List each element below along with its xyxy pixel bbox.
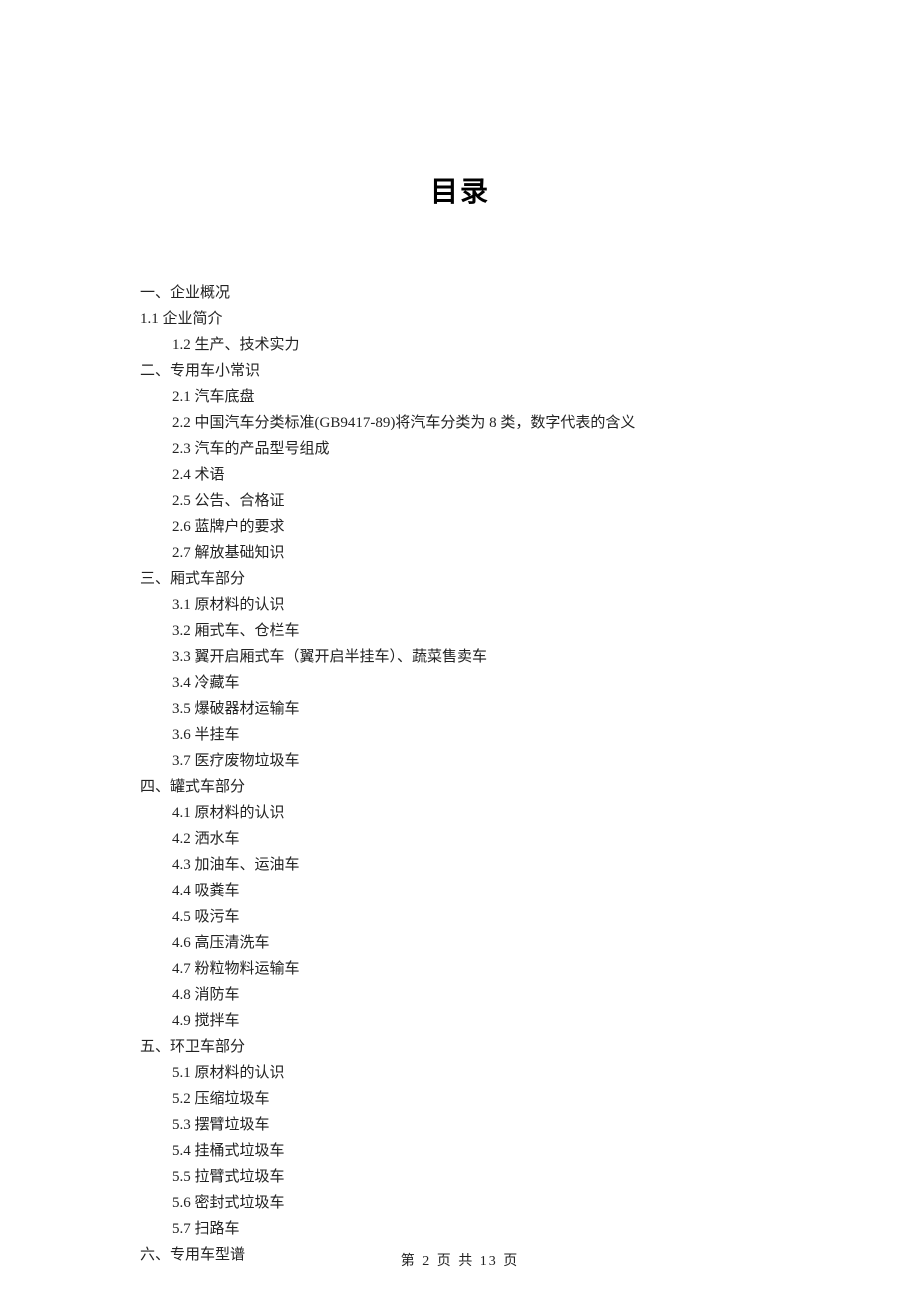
toc-entry: 2.1 汽车底盘 bbox=[172, 384, 780, 410]
toc-entry: 三、厢式车部分 bbox=[140, 566, 780, 592]
toc-entry: 4.3 加油车、运油车 bbox=[172, 852, 780, 878]
toc-entry: 五、环卫车部分 bbox=[140, 1034, 780, 1060]
toc-entry: 4.7 粉粒物料运输车 bbox=[172, 956, 780, 982]
toc-entry: 四、罐式车部分 bbox=[140, 774, 780, 800]
toc-entry: 4.9 搅拌车 bbox=[172, 1008, 780, 1034]
document-title: 目录 bbox=[140, 170, 780, 210]
toc-entry: 1.1 企业简介 bbox=[140, 306, 780, 332]
toc-entry: 5.1 原材料的认识 bbox=[172, 1060, 780, 1086]
footer-prefix: 第 bbox=[401, 1254, 417, 1269]
toc-entry: 4.1 原材料的认识 bbox=[172, 800, 780, 826]
toc-entry: 一、企业概况 bbox=[140, 280, 780, 306]
footer-middle: 页 共 bbox=[437, 1254, 475, 1269]
toc-entry: 4.5 吸污车 bbox=[172, 904, 780, 930]
toc-entry: 4.6 高压清洗车 bbox=[172, 930, 780, 956]
toc-entry: 5.7 扫路车 bbox=[172, 1216, 780, 1242]
toc-entry: 5.2 压缩垃圾车 bbox=[172, 1086, 780, 1112]
toc-entry: 2.5 公告、合格证 bbox=[172, 488, 780, 514]
toc-entry: 5.5 拉臂式垃圾车 bbox=[172, 1164, 780, 1190]
toc-entry: 1.2 生产、技术实力 bbox=[172, 332, 780, 358]
toc-entry: 2.3 汽车的产品型号组成 bbox=[172, 436, 780, 462]
toc-entry: 5.4 挂桶式垃圾车 bbox=[172, 1138, 780, 1164]
footer-total-pages: 13 bbox=[480, 1254, 498, 1269]
toc-entry: 5.6 密封式垃圾车 bbox=[172, 1190, 780, 1216]
toc-entry: 4.2 洒水车 bbox=[172, 826, 780, 852]
page-content: 目录 一、企业概况1.1 企业简介1.2 生产、技术实力二、专用车小常识2.1 … bbox=[0, 0, 920, 1268]
toc-entry: 2.7 解放基础知识 bbox=[172, 540, 780, 566]
toc-entry: 3.5 爆破器材运输车 bbox=[172, 696, 780, 722]
toc-entry: 2.4 术语 bbox=[172, 462, 780, 488]
toc-entry: 2.2 中国汽车分类标准(GB9417-89)将汽车分类为 8 类，数字代表的含… bbox=[172, 410, 780, 436]
table-of-contents: 一、企业概况1.1 企业简介1.2 生产、技术实力二、专用车小常识2.1 汽车底… bbox=[140, 280, 780, 1268]
toc-entry: 3.6 半挂车 bbox=[172, 722, 780, 748]
toc-entry: 4.4 吸粪车 bbox=[172, 878, 780, 904]
page-footer: 第 2 页 共 13 页 bbox=[0, 1250, 920, 1270]
toc-entry: 2.6 蓝牌户的要求 bbox=[172, 514, 780, 540]
toc-entry: 3.2 厢式车、仓栏车 bbox=[172, 618, 780, 644]
toc-entry: 二、专用车小常识 bbox=[140, 358, 780, 384]
toc-entry: 3.7 医疗废物垃圾车 bbox=[172, 748, 780, 774]
footer-suffix: 页 bbox=[503, 1254, 519, 1269]
toc-entry: 3.1 原材料的认识 bbox=[172, 592, 780, 618]
footer-current-page: 2 bbox=[422, 1254, 431, 1269]
toc-entry: 3.4 冷藏车 bbox=[172, 670, 780, 696]
toc-entry: 5.3 摆臂垃圾车 bbox=[172, 1112, 780, 1138]
toc-entry: 4.8 消防车 bbox=[172, 982, 780, 1008]
toc-entry: 3.3 翼开启厢式车（翼开启半挂车）、蔬菜售卖车 bbox=[172, 644, 780, 670]
